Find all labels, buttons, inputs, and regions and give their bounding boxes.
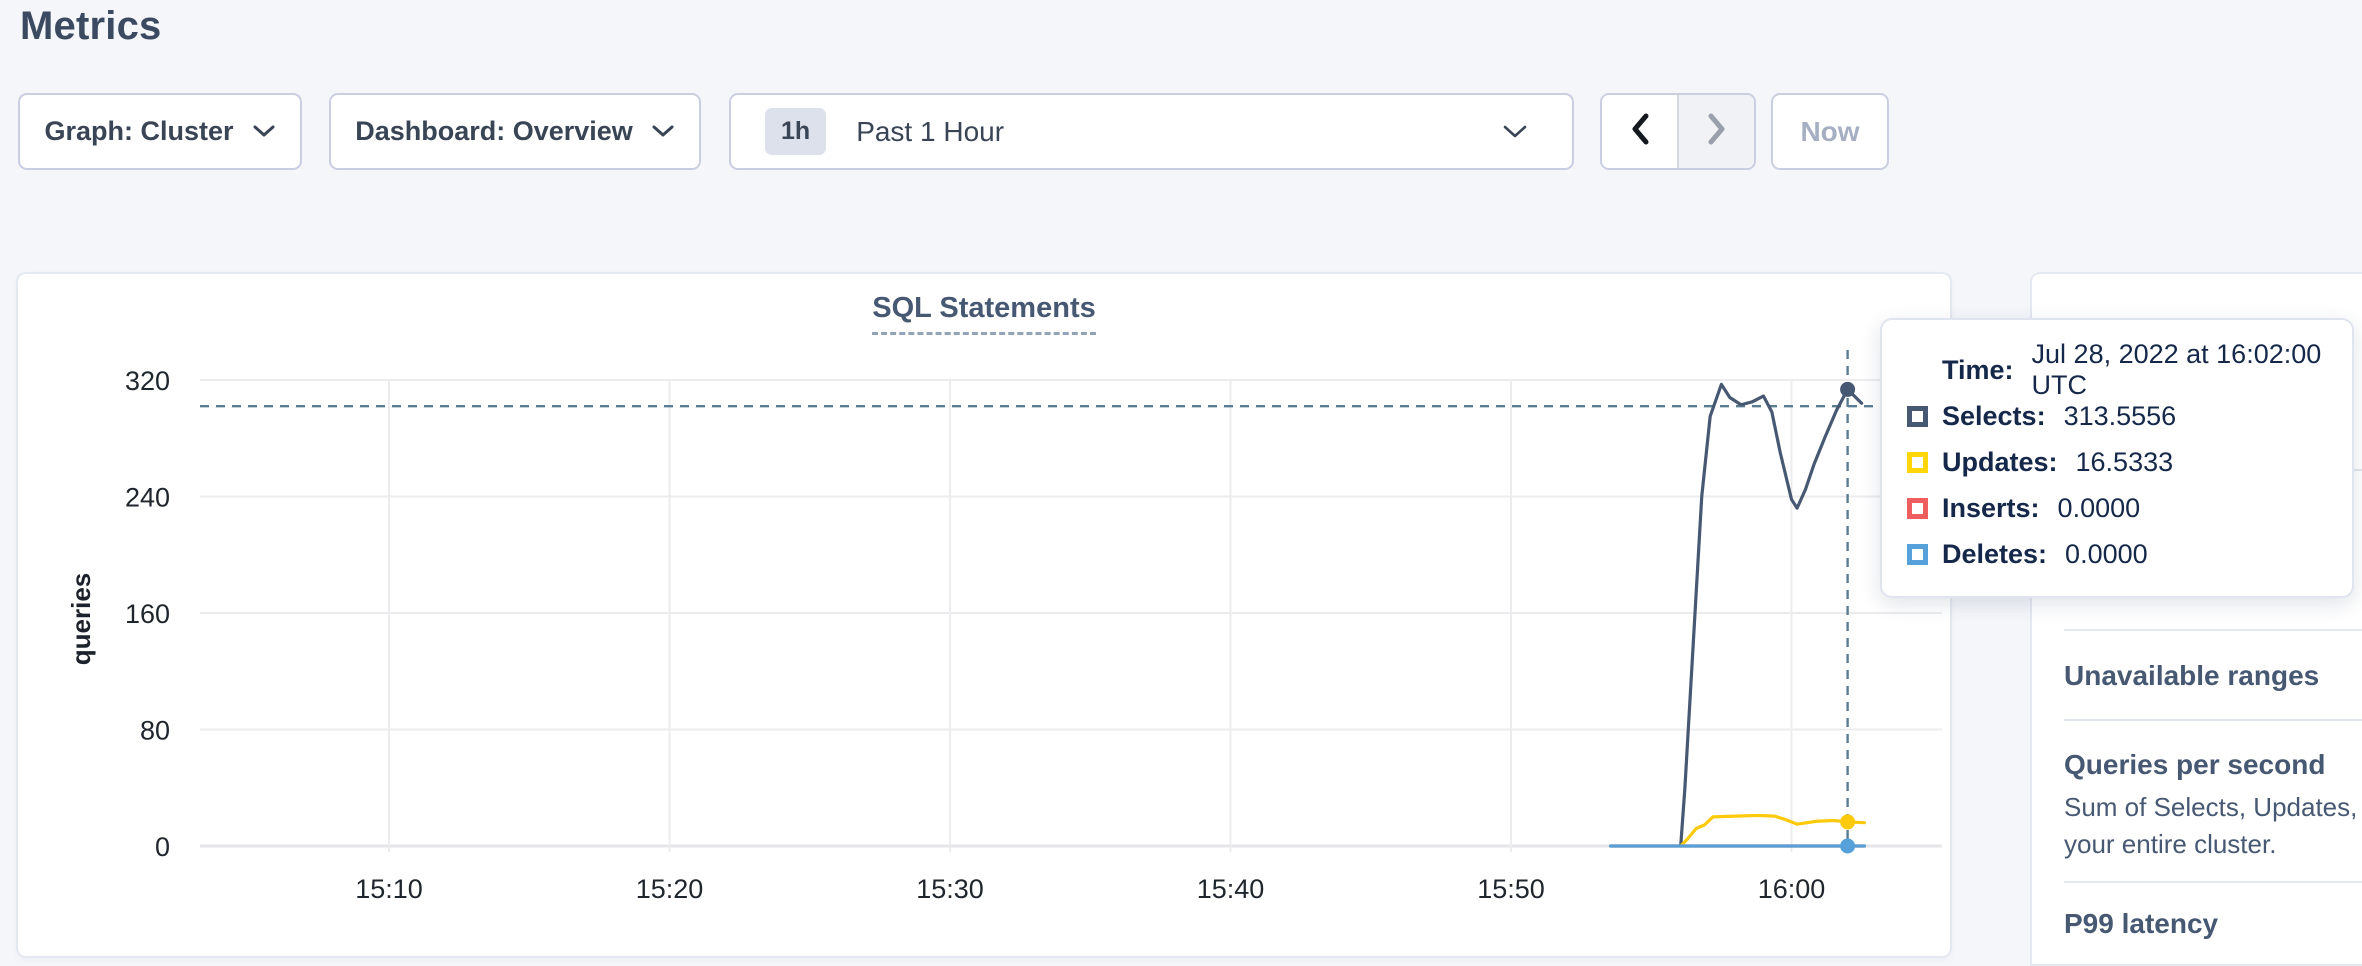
x-axis-tick-label: 15:20 [636,874,704,904]
chevron-left-icon [1630,113,1650,150]
prev-time-button[interactable] [1602,95,1679,168]
graph-scope-dropdown-label: Graph: Cluster [44,116,233,147]
sql-statements-chart[interactable]: 0 80 160 240 320 15:10 15:20 15:30 15:40 15:50 16:… [18,274,1954,960]
hover-dot-selects [1840,382,1855,397]
tooltip-series-label: Inserts: [1942,493,2040,524]
sidebar-divider [2064,629,2362,631]
tooltip-time-value: Jul 28, 2022 at 16:02:00 UTC [2032,339,2352,401]
y-axis-tick-label: 80 [140,716,170,746]
series-line-selects [1681,384,1862,846]
sidebar-item-description-line: your entire cluster. [2064,829,2276,860]
sidebar-divider [2064,719,2362,721]
dashboard-dropdown-label: Dashboard: Overview [355,116,633,147]
metrics-page: Metrics Graph: Cluster Dashboard: Overvi… [0,0,2362,966]
y-axis-tick-label: 160 [125,599,170,629]
selects-series-swatch-icon [1907,406,1928,427]
sidebar-item-description-line: Sum of Selects, Updates, Inser [2064,792,2362,823]
sql-statements-chart-panel: SQL Statements 08016024032015:1015:2015:… [16,272,1952,958]
chart-tooltip: Time: Jul 28, 2022 at 16:02:00 UTC Selec… [1880,318,2354,598]
x-axis-tick-label: 15:30 [916,874,984,904]
page-title: Metrics [20,4,161,49]
x-axis-tick-label: 15:40 [1197,874,1265,904]
x-axis-tick-label: 15:10 [355,874,423,904]
time-range-selector[interactable]: 1h Past 1 Hour [729,93,1574,170]
x-axis-tick-label: 16:00 [1758,874,1826,904]
deletes-series-swatch-icon [1907,544,1928,565]
time-range-label: Past 1 Hour [856,116,1004,148]
series-line-updates [1681,815,1865,846]
dashboard-dropdown[interactable]: Dashboard: Overview [329,93,701,170]
next-time-button[interactable] [1679,95,1754,168]
sidebar-item-p99-latency: P99 latency [2064,908,2218,940]
chevron-down-icon [252,124,276,139]
now-button[interactable]: Now [1771,93,1889,170]
inserts-series-swatch-icon [1907,498,1928,519]
tooltip-series-value: 16.5333 [2076,447,2174,478]
tooltip-series-row: Deletes: 0.0000 [1882,531,2352,577]
sidebar-item-queries-per-second: Queries per second [2064,749,2325,781]
sidebar-item-unavailable-ranges: Unavailable ranges [2064,660,2319,692]
chevron-down-icon [651,124,675,139]
y-axis-tick-label: 240 [125,483,170,513]
y-axis-tick-label: 0 [155,832,170,862]
tooltip-series-label: Selects: [1942,401,2046,432]
updates-series-swatch-icon [1907,452,1928,473]
tooltip-series-label: Deletes: [1942,539,2047,570]
tooltip-series-value: 313.5556 [2064,401,2177,432]
tooltip-series-row: Inserts: 0.0000 [1882,485,2352,531]
x-axis-tick-label: 15:50 [1477,874,1545,904]
hover-dot-updates [1840,814,1855,829]
tooltip-series-value: 0.0000 [2065,539,2148,570]
tooltip-series-row: Updates: 16.5333 [1882,439,2352,485]
time-range-badge: 1h [765,108,826,155]
time-pager [1600,93,1756,170]
tooltip-series-value: 0.0000 [2058,493,2141,524]
chevron-right-icon [1707,113,1727,150]
graph-scope-dropdown[interactable]: Graph: Cluster [18,93,302,170]
hover-dot-deletes [1840,839,1855,854]
y-axis-title: queries [66,573,96,666]
sidebar-divider [2064,881,2362,883]
tooltip-time-row: Time: Jul 28, 2022 at 16:02:00 UTC [1882,347,2352,393]
y-axis-tick-label: 320 [125,366,170,396]
chevron-down-icon [1502,123,1528,145]
tooltip-series-label: Updates: [1942,447,2058,478]
tooltip-time-label: Time: [1942,355,2014,386]
